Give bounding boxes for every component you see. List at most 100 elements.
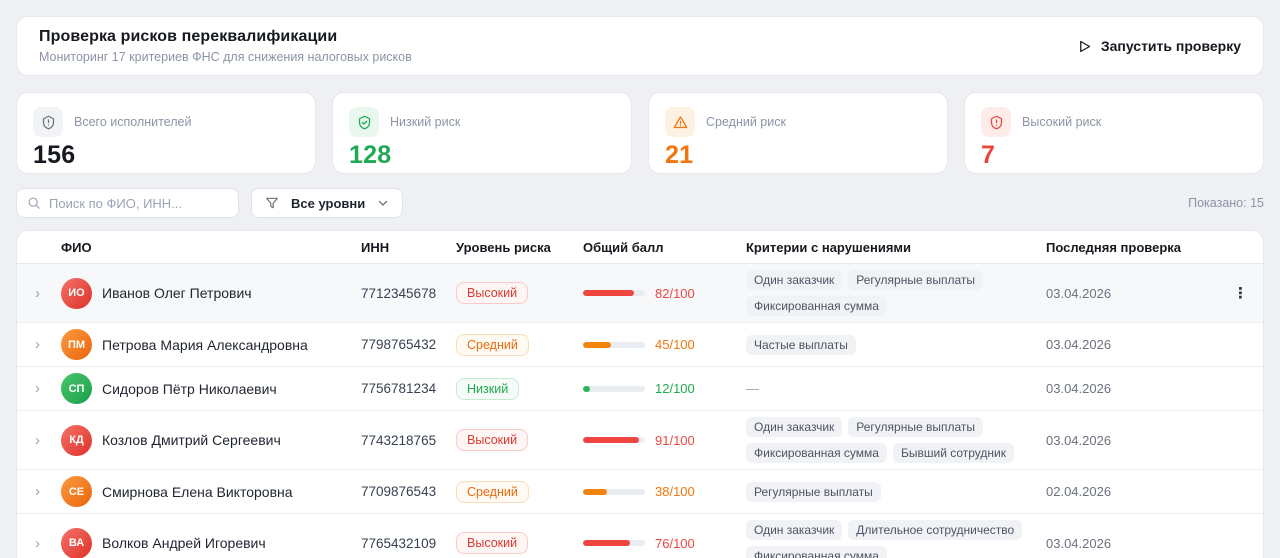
criteria-tags: Регулярные выплаты	[746, 482, 1046, 502]
risk-level-filter[interactable]: Все уровни	[251, 188, 403, 218]
shown-count: Показано: 15	[1188, 196, 1264, 210]
criteria-tag: Длительное сотрудничество	[848, 520, 1022, 540]
chevron-right-icon[interactable]: ›	[35, 433, 40, 448]
col-score: Общий балл	[583, 240, 746, 255]
inn-value: 7756781234	[361, 381, 456, 396]
last-check-date: 03.04.2026	[1046, 286, 1218, 301]
last-check-date: 03.04.2026	[1046, 536, 1218, 551]
warning-triangle-icon	[665, 107, 695, 137]
chevron-right-icon[interactable]: ›	[35, 381, 40, 396]
person-name: Козлов Дмитрий Сергеевич	[102, 432, 281, 448]
col-fio: ФИО	[61, 240, 361, 255]
stat-value-low: 128	[349, 143, 615, 168]
stat-card-total: Всего исполнителей 156	[16, 92, 316, 174]
risk-badge: Высокий	[456, 532, 528, 554]
stat-value-high: 7	[981, 143, 1247, 168]
criteria-empty: —	[746, 381, 759, 396]
kebab-menu-icon[interactable]: ⋮	[1233, 286, 1249, 301]
avatar: СЕ	[61, 476, 92, 507]
inn-value: 7712345678	[361, 286, 456, 301]
stat-value-total: 156	[33, 143, 299, 168]
criteria-tag: Один заказчик	[746, 270, 842, 290]
score-label: 38/100	[655, 484, 695, 499]
run-check-button[interactable]: Запустить проверку	[1077, 38, 1241, 54]
col-last-check: Последняя проверка	[1046, 240, 1218, 255]
inn-value: 7798765432	[361, 337, 456, 352]
chevron-right-icon[interactable]: ›	[35, 337, 40, 352]
criteria-tags: Частые выплаты	[746, 335, 1046, 355]
criteria-tag: Фиксированная сумма	[746, 443, 887, 463]
last-check-date: 03.04.2026	[1046, 381, 1218, 396]
score-label: 91/100	[655, 433, 695, 448]
score-bar	[583, 290, 645, 296]
table-row[interactable]: › КД Козлов Дмитрий Сергеевич 7743218765…	[17, 411, 1263, 470]
criteria-tags: —	[746, 381, 1046, 396]
stat-card-medium-risk: Средний риск 21	[648, 92, 948, 174]
table-row[interactable]: › ИО Иванов Олег Петрович 7712345678 Выс…	[17, 264, 1263, 323]
score-label: 45/100	[655, 337, 695, 352]
criteria-tag: Бывший сотрудник	[893, 443, 1014, 463]
score-bar	[583, 386, 645, 392]
page-header: Проверка рисков переквалификации Монитор…	[16, 16, 1264, 76]
table-row[interactable]: › ПМ Петрова Мария Александровна 7798765…	[17, 323, 1263, 367]
avatar: КД	[61, 425, 92, 456]
risk-badge: Высокий	[456, 429, 528, 451]
funnel-icon	[265, 196, 279, 210]
page-title: Проверка рисков переквалификации	[39, 28, 412, 46]
col-inn: ИНН	[361, 240, 456, 255]
col-criteria: Критерии с нарушениями	[746, 240, 1046, 255]
filter-label: Все уровни	[291, 196, 365, 211]
search-box[interactable]	[16, 188, 239, 218]
stat-card-high-risk: Высокий риск 7	[964, 92, 1264, 174]
toolbar: Все уровни Показано: 15	[16, 188, 1264, 218]
last-check-date: 02.04.2026	[1046, 484, 1218, 499]
page-subtitle: Мониторинг 17 критериев ФНС для снижения…	[39, 50, 412, 64]
chevron-right-icon[interactable]: ›	[35, 286, 40, 301]
inn-value: 7743218765	[361, 433, 456, 448]
person-name: Сидоров Пётр Николаевич	[102, 381, 277, 397]
score-label: 12/100	[655, 381, 695, 396]
chevron-right-icon[interactable]: ›	[35, 536, 40, 551]
table-body: › ИО Иванов Олег Петрович 7712345678 Выс…	[17, 264, 1263, 558]
executors-table: ФИО ИНН Уровень риска Общий балл Критери…	[16, 230, 1264, 558]
criteria-tag: Один заказчик	[746, 417, 842, 437]
chevron-right-icon[interactable]: ›	[35, 484, 40, 499]
stat-value-medium: 21	[665, 143, 931, 168]
table-row[interactable]: › СП Сидоров Пётр Николаевич 7756781234 …	[17, 367, 1263, 411]
criteria-tags: Один заказчик Регулярные выплаты Фиксирова…	[746, 270, 1046, 316]
person-name: Петрова Мария Александровна	[102, 337, 308, 353]
score-bar	[583, 489, 645, 495]
person-name: Волков Андрей Игоревич	[102, 535, 266, 551]
last-check-date: 03.04.2026	[1046, 337, 1218, 352]
score-label: 76/100	[655, 536, 695, 551]
stat-card-low-risk: Низкий риск 128	[332, 92, 632, 174]
table-header-row: ФИО ИНН Уровень риска Общий балл Критери…	[17, 231, 1263, 264]
table-row[interactable]: › ВА Волков Андрей Игоревич 7765432109 В…	[17, 514, 1263, 558]
score-label: 82/100	[655, 286, 695, 301]
criteria-tag: Регулярные выплаты	[746, 482, 881, 502]
score-bar	[583, 342, 645, 348]
criteria-tag: Регулярные выплаты	[848, 417, 983, 437]
chevron-down-icon	[377, 197, 389, 209]
avatar: ПМ	[61, 329, 92, 360]
stat-label: Высокий риск	[1022, 115, 1101, 129]
avatar: СП	[61, 373, 92, 404]
risk-badge: Низкий	[456, 378, 519, 400]
criteria-tag: Фиксированная сумма	[746, 296, 887, 316]
col-risk-level: Уровень риска	[456, 240, 583, 255]
inn-value: 7765432109	[361, 536, 456, 551]
shield-alert-icon	[981, 107, 1011, 137]
criteria-tags: Один заказчикДлительное сотрудничествоФи…	[746, 520, 1046, 558]
avatar: ВА	[61, 528, 92, 558]
stat-label: Средний риск	[706, 115, 786, 129]
criteria-tag: Регулярные выплаты	[848, 270, 983, 290]
last-check-date: 03.04.2026	[1046, 433, 1218, 448]
table-row[interactable]: › СЕ Смирнова Елена Викторовна 770987654…	[17, 470, 1263, 514]
avatar: ИО	[61, 278, 92, 309]
criteria-tag: Один заказчик	[746, 520, 842, 540]
header-text: Проверка рисков переквалификации Монитор…	[39, 28, 412, 64]
stat-label: Всего исполнителей	[74, 115, 191, 129]
run-check-label: Запустить проверку	[1101, 38, 1241, 54]
inn-value: 7709876543	[361, 484, 456, 499]
search-input[interactable]	[49, 196, 228, 211]
